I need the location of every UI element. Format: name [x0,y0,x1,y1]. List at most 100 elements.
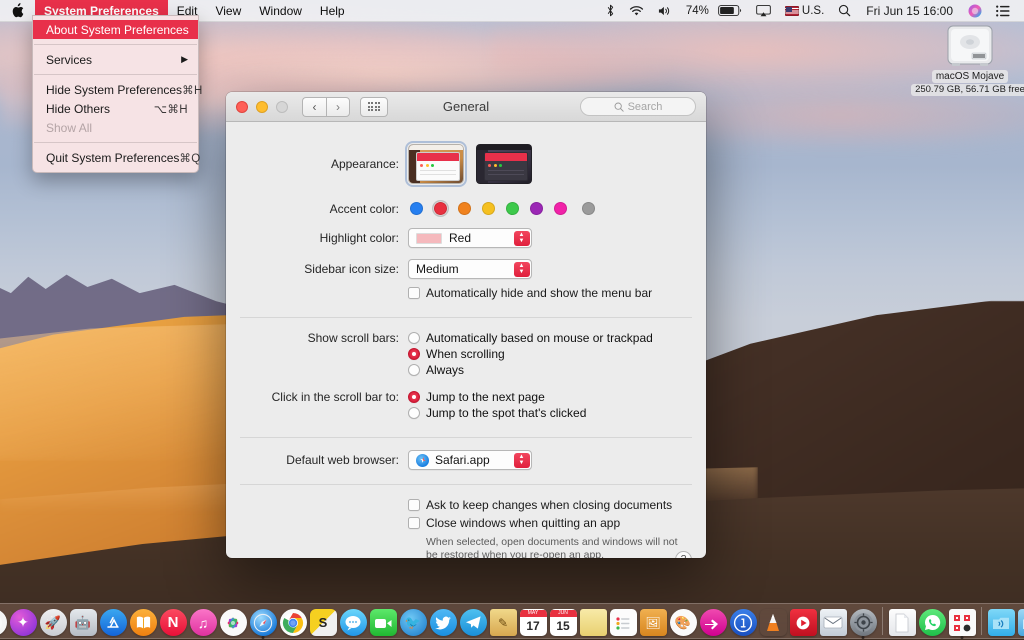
dock-item-chrome[interactable] [279,608,307,636]
menu-item-shortcut: ⌘H [182,84,203,97]
appearance-label: Appearance: [330,157,399,171]
1password-icon [729,609,757,636]
dock-item-pages[interactable] [888,608,916,636]
menu-bar-item-view[interactable]: View [206,0,250,22]
sidebar-icon-size-select[interactable]: Medium ▲ ▼ [408,259,532,279]
window-titlebar[interactable]: ‹ › General Search [226,92,706,122]
system-preferences-app-menu: About System Preferences Services ▶ Hide… [32,15,202,173]
dock-item-automator[interactable]: 🤖 [69,608,97,636]
dock-item-ibooks[interactable] [129,608,157,636]
accent-color-orange[interactable] [456,200,473,217]
dock-item-itunes[interactable]: ♫ [189,608,217,636]
dock-item-photos[interactable] [219,608,247,636]
ask-keep-changes-checkbox[interactable]: Ask to keep changes when closing documen… [408,498,692,513]
dock-item-notes-yellow[interactable]: ✎ [489,608,517,636]
volume-icon[interactable] [651,0,679,22]
dock-item-qr-tool[interactable] [948,608,976,639]
click-scroll-option-next-page[interactable]: Jump to the next page [408,389,692,405]
dock-item-stickies[interactable] [579,608,607,636]
accent-color-blue[interactable] [408,200,425,217]
minimize-button[interactable] [256,100,268,113]
theme-window-dots [417,161,459,167]
desktop-icon-hard-drive[interactable]: macOS Mojave 250.79 GB, 56.71 GB free [911,22,1024,96]
safari-icon [416,453,429,467]
theme-window-line [488,174,524,175]
highlight-color-value: Red [449,231,472,245]
dock-item-transmit[interactable] [699,608,727,636]
battery-percent[interactable]: 74% [679,0,716,22]
dock-item-telegram[interactable] [459,608,487,636]
dock-item-twitter-bird[interactable]: 🐦 [399,608,427,636]
menu-item-services[interactable]: Services ▶ [33,50,198,69]
auto-hide-menu-bar-checkbox[interactable]: Automatically hide and show the menu bar [408,286,692,301]
dock-item-calendar-15[interactable]: JUN 15 [549,608,577,636]
dock-item-paint[interactable]: 🎨 [669,608,697,636]
dock-item-launchpad[interactable]: 🚀 [39,608,67,636]
accent-color-graphite[interactable] [580,200,597,217]
sticky-note-icon [579,609,607,636]
back-button[interactable]: ‹ [302,96,326,117]
accent-dot [506,202,519,215]
menu-item-hide-others[interactable]: Hide Others ⌥⌘H [33,99,198,118]
dock-item-1password[interactable] [729,608,757,636]
show-all-button[interactable] [360,96,388,117]
accent-color-purple[interactable] [528,200,545,217]
wifi-icon[interactable] [622,0,651,22]
radio-button [408,364,420,376]
dock-item-whatsapp[interactable] [918,608,946,636]
dock-item-safari[interactable] [249,608,277,639]
siri-icon[interactable] [961,0,989,22]
menu-bar-clock[interactable]: Fri Jun 15 16:00 [858,0,961,22]
default-web-browser-select[interactable]: Safari.app ▲ ▼ [408,450,532,470]
scroll-bars-option-always[interactable]: Always [408,362,692,378]
radio-button [408,391,420,403]
dock-item-siri[interactable] [0,608,7,636]
input-source[interactable]: U.S. [778,0,831,22]
accent-color-yellow[interactable] [480,200,497,217]
dock-item-screenflow[interactable] [789,608,817,636]
search-input[interactable]: Search [580,97,696,116]
menu-bar-item-help[interactable]: Help [311,0,354,22]
menu-item-quit-system-preferences[interactable]: Quit System Preferences ⌘Q [33,148,200,167]
search-icon[interactable] [831,0,858,22]
dock-item-preview[interactable]: 🖼 [639,608,667,636]
appearance-option-light[interactable] [405,141,467,187]
dock-item-mail-stack[interactable] [819,608,847,636]
bluetooth-icon[interactable] [599,0,622,22]
scroll-bars-option-automatic[interactable]: Automatically based on mouse or trackpad [408,330,692,346]
click-scroll-bar-content: Jump to the next page Jump to the spot t… [408,389,692,421]
dock-item-downloads-folder[interactable] [1017,608,1024,636]
appearance-option-dark[interactable] [476,144,532,184]
dock-item-vlc[interactable] [759,608,787,636]
dock-item-twitter[interactable] [429,608,457,636]
forward-button: › [326,96,350,117]
dock-item-facetime[interactable] [369,608,397,636]
control-center-list-icon[interactable] [989,0,1017,22]
dock-item-news[interactable]: N [159,608,187,636]
dock-item-launchpad-dark[interactable]: ✦ [9,608,37,636]
battery-icon[interactable] [716,0,749,22]
menu-item-hide-system-preferences[interactable]: Hide System Preferences ⌘H [33,80,202,99]
accent-color-green[interactable] [504,200,521,217]
highlight-color-select[interactable]: Red ▲ ▼ [408,228,532,248]
scroll-bars-option-when-scrolling[interactable]: When scrolling [408,346,692,362]
dock-item-sublime[interactable]: S [309,608,337,636]
accent-color-pink[interactable] [552,200,569,217]
accent-color-red[interactable] [432,200,449,217]
dock-item-system-preferences[interactable] [849,608,877,639]
airplay-icon[interactable] [749,0,778,22]
close-button[interactable] [236,100,248,113]
music-note-icon: ♫ [189,609,217,636]
dock-item-app-store[interactable] [99,608,127,636]
dock-item-airdrop-folder[interactable] [987,608,1015,636]
dock-item-reminders[interactable] [609,608,637,636]
close-windows-quitting-checkbox[interactable]: Close windows when quitting an app [408,516,692,531]
appearance-options [405,141,692,187]
menu-item-about-system-preferences[interactable]: About System Preferences [33,20,198,39]
menu-bar-item-window[interactable]: Window [250,0,311,22]
dock-item-messages[interactable] [339,608,367,636]
click-scroll-option-spot-clicked[interactable]: Jump to the spot that's clicked [408,405,692,421]
dock-item-calendar-17[interactable]: MAY 17 [519,608,547,636]
apple-logo-icon[interactable] [0,0,35,22]
search-icon [614,102,624,112]
